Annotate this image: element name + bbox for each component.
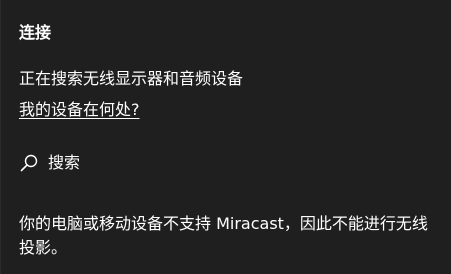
search-icon bbox=[19, 153, 39, 173]
miracast-unsupported-message: 你的电脑或移动设备不支持 Miracast，因此不能进行无线投影。 bbox=[19, 214, 428, 257]
panel-title: 连接 bbox=[19, 23, 52, 42]
connect-panel: 连接 正在搜索无线显示器和音频设备 我的设备在何处? 搜索 你的电脑或移动设备不… bbox=[0, 0, 451, 274]
search-button-label: 搜索 bbox=[48, 153, 81, 172]
search-button[interactable]: 搜索 bbox=[15, 148, 86, 178]
where-is-my-device-link[interactable]: 我的设备在何处? bbox=[19, 99, 140, 121]
searching-status-text: 正在搜索无线显示器和音频设备 bbox=[19, 69, 244, 88]
